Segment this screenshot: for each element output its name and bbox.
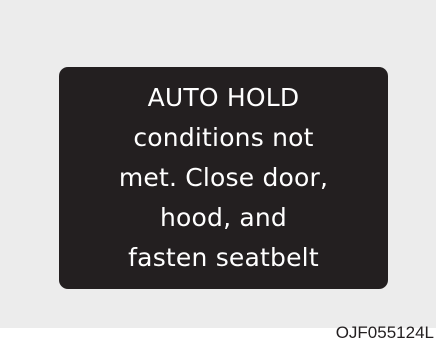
cluster-display: AUTO HOLD conditions not met. Close door… [59,67,388,289]
message-line-5: fasten seatbelt [128,243,319,272]
message-line-3: met. Close door, [118,163,329,192]
message-line-1: AUTO HOLD [147,83,300,112]
figure-code: OJF055124L [335,323,434,342]
message-line-2: conditions not [133,123,314,152]
message-line-4: hood, and [159,203,288,232]
